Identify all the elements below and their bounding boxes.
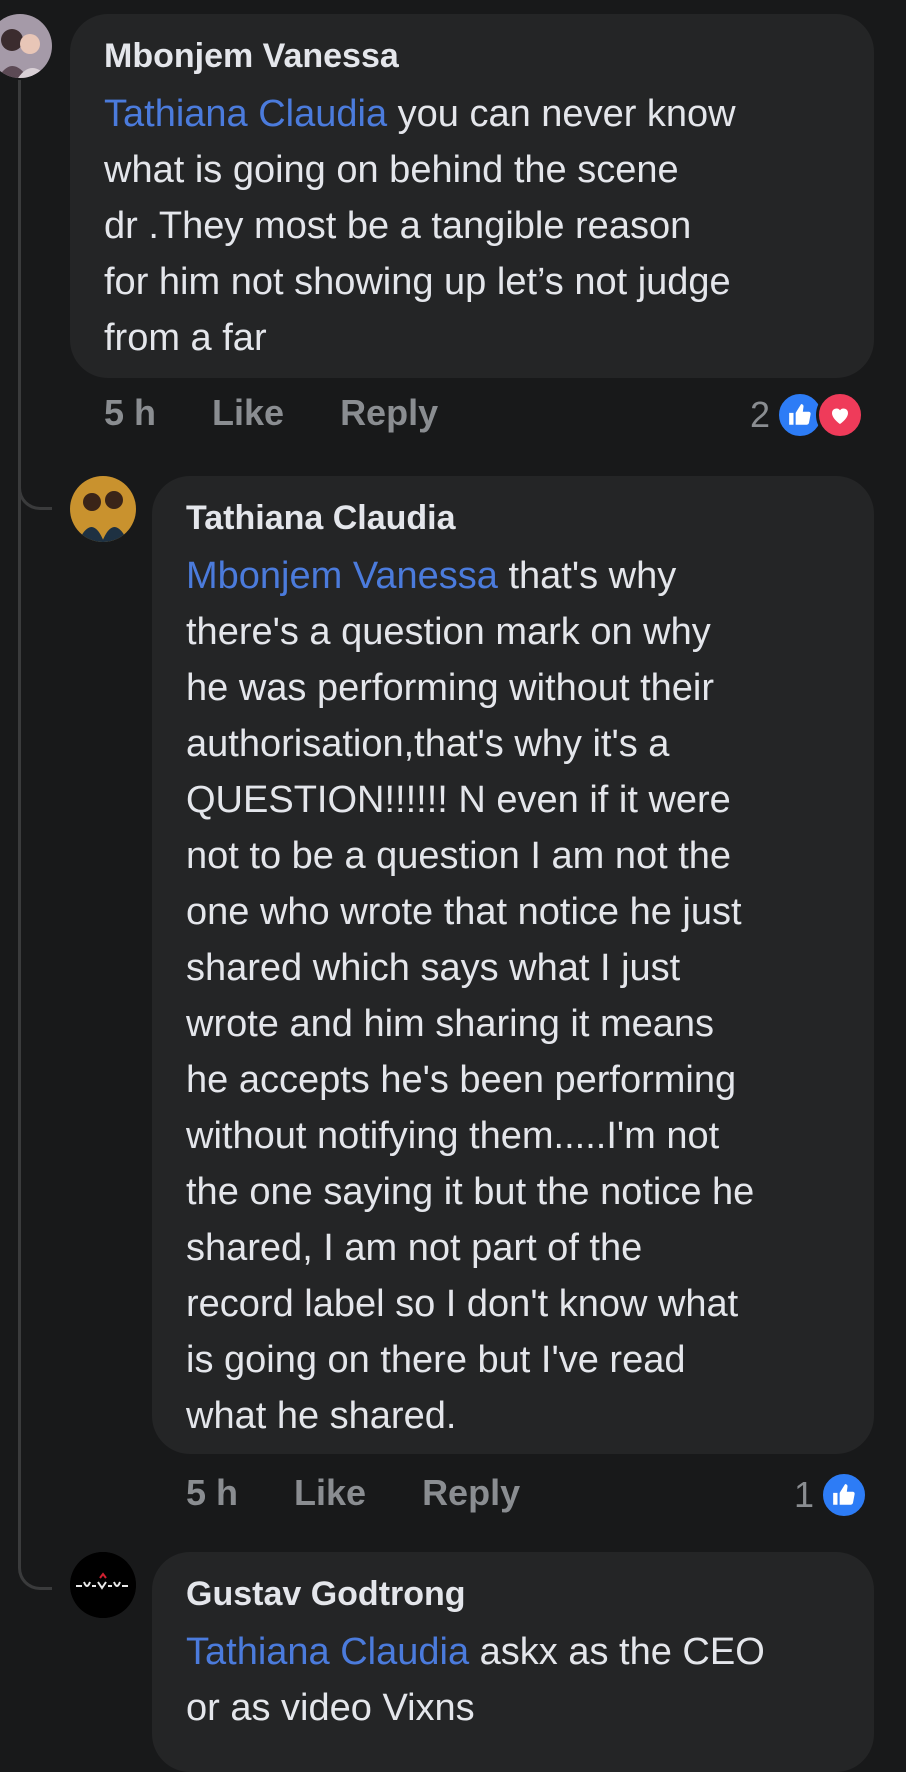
like-icon (820, 1471, 869, 1519)
mention-link[interactable]: Mbonjem Vanessa (186, 555, 498, 597)
comment-line: shared which says what I just (186, 947, 681, 989)
comment-text: Tathiana Claudia you can never know what… (104, 86, 840, 366)
comment-line: authorisation,that's why it's a (186, 723, 670, 765)
reaction-summary[interactable]: 2 (750, 391, 865, 439)
comment-line: dr .They most be a tangible reason (104, 205, 692, 247)
comment-author[interactable]: Tathiana Claudia (186, 498, 840, 538)
comment-text: Mbonjem Vanessa that's why there's a que… (186, 548, 840, 1444)
comment-line: he accepts he's been performing (186, 1059, 737, 1101)
thread-connector (18, 1480, 52, 1590)
mention-link[interactable]: Tathiana Claudia (186, 1631, 469, 1673)
comment-line: record label so I don't know what (186, 1283, 739, 1325)
comment-author[interactable]: Mbonjem Vanessa (104, 36, 840, 76)
comment-line: you can never know (387, 93, 736, 135)
comment-bubble: Tathiana Claudia Mbonjem Vanessa that's … (152, 476, 874, 1454)
avatar[interactable] (70, 476, 136, 542)
reply-button[interactable]: Reply (422, 1472, 520, 1514)
avatar[interactable] (0, 14, 52, 78)
comment-line: for him not showing up let’s not judge (104, 261, 731, 303)
comment-line: there's a question mark on why (186, 611, 711, 653)
comment-line: or as video Vixns (186, 1687, 475, 1729)
comment-line: wrote and him sharing it means (186, 1003, 715, 1045)
comment-line: is going on there but I've read (186, 1339, 686, 1381)
like-button[interactable]: Like (212, 392, 284, 434)
comment-line: QUESTION!!!!!! N even if it were (186, 779, 731, 821)
reaction-count: 2 (750, 394, 771, 435)
reply-button[interactable]: Reply (340, 392, 438, 434)
thread-connector (18, 440, 52, 510)
comment-bubble: Mbonjem Vanessa Tathiana Claudia you can… (70, 14, 874, 378)
comment-line: without notifying them.....I'm not (186, 1115, 720, 1157)
comment-line: askx as the CEO (469, 1631, 765, 1673)
comment-line: he was performing without their (186, 667, 715, 709)
comment-line: from a far (104, 317, 267, 359)
thread-line (18, 80, 21, 1560)
comment-line: what he shared. (186, 1395, 457, 1437)
reaction-count: 1 (794, 1474, 815, 1515)
comment-actions: 5 h Like Reply (104, 392, 494, 434)
comment-text: Tathiana Claudia askx as the CEO or as v… (186, 1624, 840, 1736)
mention-link[interactable]: Tathiana Claudia (104, 93, 387, 135)
comment-line: not to be a question I am not the (186, 835, 732, 877)
like-button[interactable]: Like (294, 1472, 366, 1514)
avatar[interactable] (70, 1552, 136, 1618)
comment-bubble: Gustav Godtrong Tathiana Claudia askx as… (152, 1552, 874, 1772)
comment-line: what is going on behind the scene (104, 149, 679, 191)
timestamp[interactable]: 5 h (104, 392, 156, 434)
love-icon (816, 391, 865, 439)
comment-line: one who wrote that notice he just (186, 891, 742, 933)
comment-line: that's why (497, 555, 677, 597)
reaction-summary[interactable]: 1 (794, 1471, 869, 1519)
timestamp[interactable]: 5 h (186, 1472, 238, 1514)
comment-line: the one saying it but the notice he (186, 1171, 755, 1213)
comment-line: shared, I am not part of the (186, 1227, 643, 1269)
comment-actions: 5 h Like Reply (186, 1472, 576, 1514)
comment-author[interactable]: Gustav Godtrong (186, 1574, 840, 1614)
